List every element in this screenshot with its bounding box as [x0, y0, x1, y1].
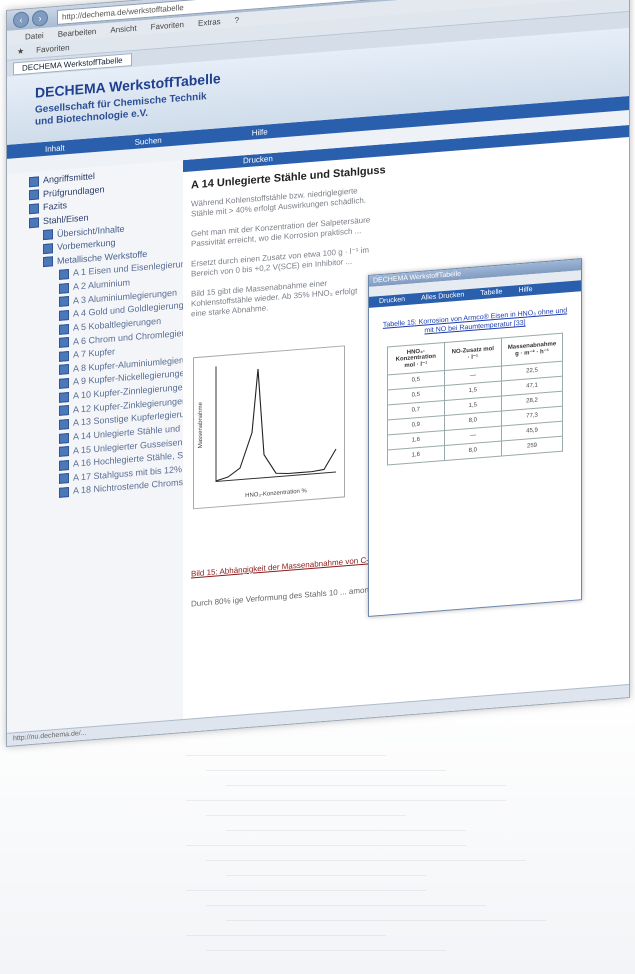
sidebar-item-label: Angriffsmittel [43, 171, 95, 186]
folder-icon [43, 256, 53, 268]
folder-icon [59, 323, 69, 335]
folder-icon [59, 364, 69, 376]
sidebar-item-label: A 7 Kupfer [73, 346, 116, 360]
folder-icon [59, 487, 69, 498]
popup-window: DECHEMA WerkstoffTabelle Drucken Alles D… [368, 258, 582, 617]
sidebar-item-label: A 2 Aluminium [73, 277, 131, 292]
data-table: HNO₃-Konzentration mol · l⁻¹ NO-Zusatz m… [387, 333, 563, 466]
sidebar-item-label: Prüfgrundlagen [43, 183, 105, 199]
folder-icon [59, 350, 69, 362]
sidebar-tree: Angriffsmittel Prüfgrundlagen Fazits Stahl/… [7, 158, 202, 746]
folder-icon [29, 189, 39, 201]
reflection-line [226, 920, 546, 921]
folder-icon [59, 309, 69, 321]
chart-svg: HNO₃-Konzentration % Massenabnahme [198, 366, 337, 499]
reflection-line [226, 785, 506, 786]
folder-icon [59, 459, 69, 471]
folder-icon [43, 229, 53, 241]
folder-icon [59, 391, 69, 403]
screenshot-stage: ‹ › http://dechema.de/werkstofftabelle D… [0, 0, 635, 974]
sidebar-item-label: Stahl/Eisen [43, 212, 89, 226]
popup-nav-tabelle[interactable]: Tabelle [480, 288, 502, 297]
popup-nav-drucken[interactable]: Drucken [379, 296, 405, 305]
back-icon[interactable]: ‹ [13, 11, 29, 29]
popup-nav-alles[interactable]: Alles Drucken [421, 291, 464, 301]
forward-icon[interactable]: › [32, 9, 48, 27]
reflection-line [206, 770, 446, 771]
folder-icon [59, 432, 69, 444]
reflection-line [206, 950, 446, 951]
menu-ansicht[interactable]: Ansicht [110, 23, 136, 34]
folder-icon [29, 176, 39, 187]
chart-ylabel: Massenabnahme [198, 401, 204, 448]
nav-suchen[interactable]: Suchen [135, 135, 162, 146]
reflection-line [186, 800, 506, 801]
menu-bearbeiten[interactable]: Bearbeiten [58, 26, 97, 38]
favorites-label[interactable]: Favoriten [36, 43, 69, 55]
chart-series-line [215, 368, 337, 482]
chart-xlabel: HNO₃-Konzentration % [245, 488, 307, 499]
reflection-line [206, 860, 526, 861]
reflection [6, 745, 628, 974]
folder-icon [59, 282, 69, 294]
menu-help[interactable]: ? [235, 15, 239, 24]
chart-axes [215, 366, 336, 483]
paragraph: Während Kohlenstoffstähle bzw. niedrigle… [191, 186, 366, 219]
folder-icon [59, 296, 69, 308]
sidebar-item-label: Übersicht/Inhalte [57, 223, 125, 239]
menu-extras[interactable]: Extras [198, 17, 221, 28]
folder-icon [59, 405, 69, 417]
folder-icon [43, 243, 53, 254]
paragraph: Bild 15 gibt die Massenabnahme einer Koh… [191, 278, 358, 319]
sidebar-item-label: Fazits [43, 200, 68, 213]
folder-icon [59, 473, 69, 485]
folder-icon [59, 337, 69, 348]
folder-icon [29, 203, 39, 215]
reflection-line [206, 815, 406, 816]
corrosion-chart: HNO₃-Konzentration % Massenabnahme [193, 345, 345, 510]
folder-icon [59, 446, 69, 457]
menu-datei[interactable]: Datei [25, 31, 44, 41]
folder-icon [59, 269, 69, 280]
star-icon[interactable]: ★ [17, 47, 24, 57]
table-cell: 8,0 [444, 441, 502, 461]
menu-favoriten[interactable]: Favoriten [151, 19, 184, 31]
reflection-line [186, 845, 466, 846]
folder-icon [29, 216, 39, 228]
reflection-line [186, 755, 386, 756]
nav-hilfe[interactable]: Hilfe [252, 127, 268, 137]
footnote: Durch 80% ige Verformung des Stahls 10 .… [191, 584, 385, 609]
paragraph: Ersetzt durch einen Zusatz von etwa 100 … [191, 245, 370, 279]
reflection-line [226, 875, 426, 876]
sidebar-item-label: Vorbemerkung [57, 237, 116, 253]
paragraph: Geht man mit der Konzentration der Salpe… [191, 215, 371, 249]
nav-inhalt[interactable]: Inhalt [45, 143, 65, 154]
print-link[interactable]: Drucken [243, 154, 273, 165]
reflection-line [186, 935, 386, 936]
table-cell: 1,6 [387, 445, 445, 465]
folder-icon [59, 418, 69, 430]
reflection-line [206, 905, 486, 906]
reflection-line [186, 890, 426, 891]
folder-icon [59, 378, 69, 389]
reflection-line [226, 830, 466, 831]
popup-nav-hilfe[interactable]: Hilfe [518, 286, 532, 294]
